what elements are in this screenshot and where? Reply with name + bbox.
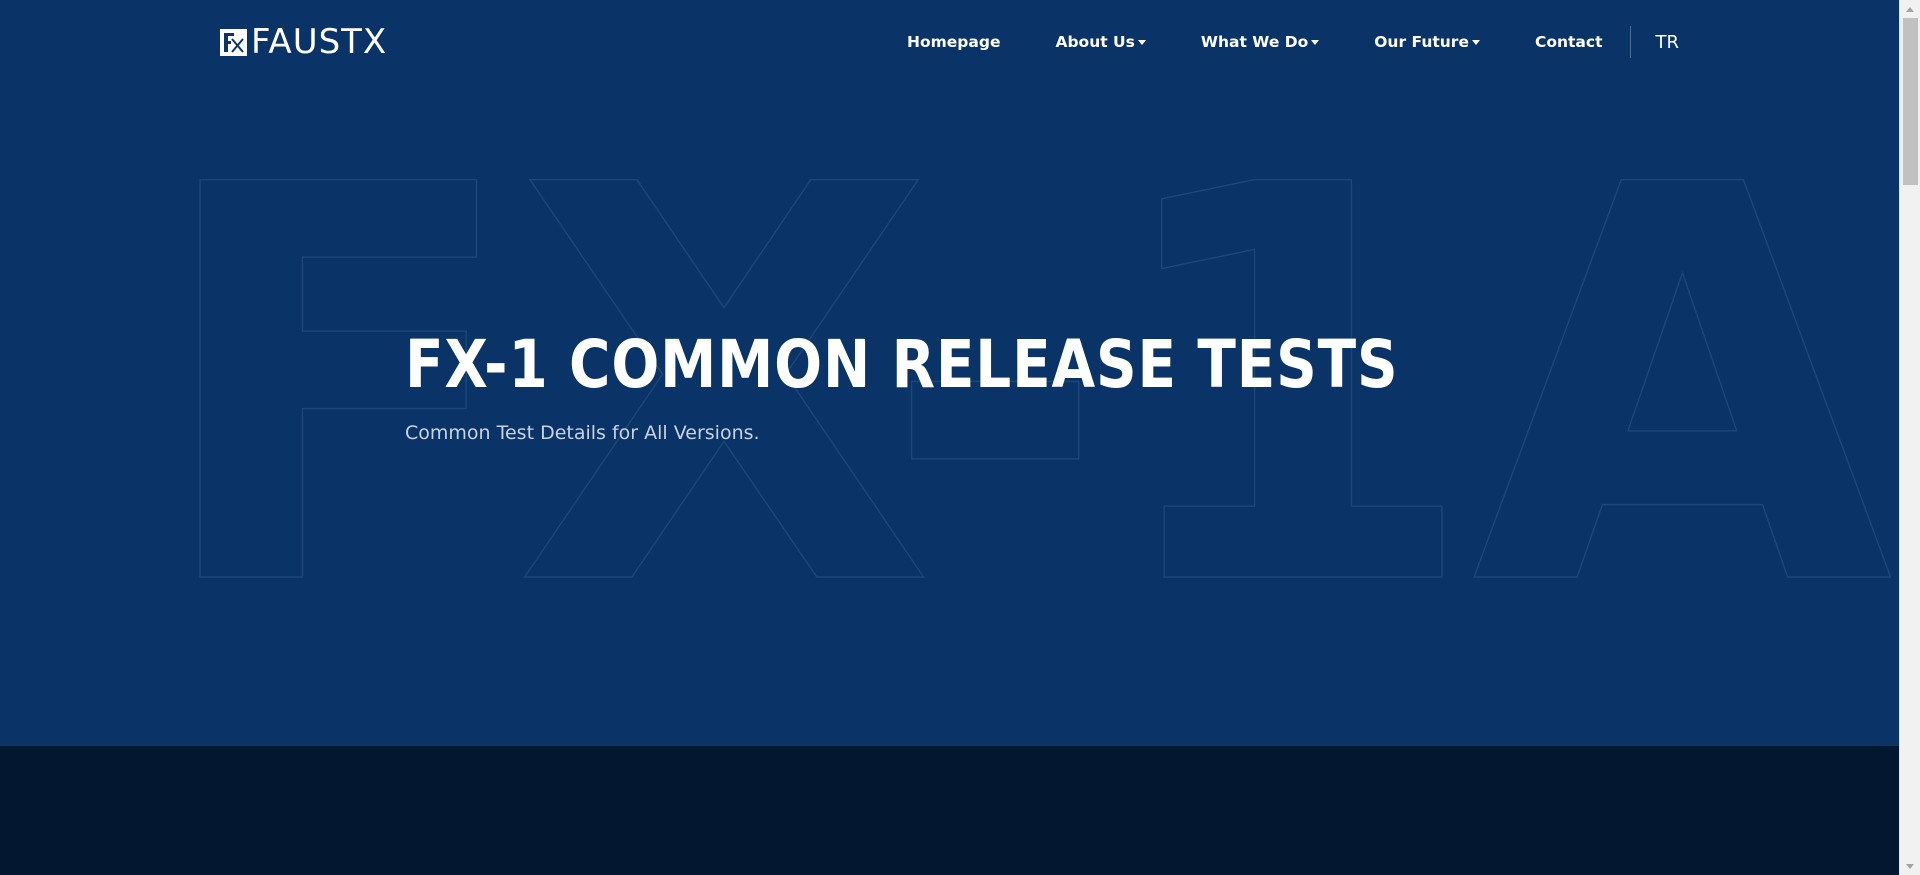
hero-title: FX-1 COMMON RELEASE TESTS bbox=[405, 326, 1399, 403]
caret-down-icon bbox=[1471, 40, 1480, 45]
nav-our-future[interactable]: Our Future bbox=[1374, 33, 1480, 51]
caret-down-icon bbox=[1137, 40, 1146, 45]
caret-down-icon bbox=[1311, 40, 1320, 45]
hero-subtitle: Common Test Details for All Versions. bbox=[405, 422, 760, 444]
top-navbar: FAUSTX Homepage About Us What We Do Our … bbox=[0, 0, 1899, 84]
language-switch[interactable]: TR bbox=[1655, 32, 1679, 53]
scrollbar-thumb[interactable] bbox=[1903, 18, 1918, 185]
nav-contact[interactable]: Contact bbox=[1535, 33, 1603, 51]
main-nav: Homepage About Us What We Do Our Future … bbox=[907, 26, 1679, 58]
content-section bbox=[0, 746, 1899, 875]
nav-what-we-do-label: What We Do bbox=[1200, 33, 1309, 51]
nav-about-us[interactable]: About Us bbox=[1055, 33, 1146, 51]
hero-section: FX-1ALL FAUSTX bbox=[0, 0, 1899, 746]
nav-what-we-do[interactable]: What We Do bbox=[1200, 33, 1320, 51]
nav-homepage[interactable]: Homepage bbox=[907, 33, 1000, 51]
brand-logo[interactable]: FAUSTX bbox=[220, 22, 388, 62]
scroll-up-arrow-icon[interactable] bbox=[1900, 0, 1920, 17]
nav-our-future-label: Our Future bbox=[1374, 33, 1469, 51]
nav-homepage-label: Homepage bbox=[907, 33, 1001, 51]
vertical-scrollbar[interactable] bbox=[1899, 0, 1920, 875]
nav-about-us-label: About Us bbox=[1055, 33, 1135, 51]
nav-divider bbox=[1630, 26, 1632, 58]
fx-monogram-icon bbox=[220, 28, 247, 56]
page: FX-1ALL FAUSTX bbox=[0, 0, 1899, 875]
brand-name: FAUSTX bbox=[251, 22, 388, 62]
scroll-down-arrow-icon[interactable] bbox=[1900, 858, 1920, 875]
nav-contact-label: Contact bbox=[1534, 33, 1603, 51]
